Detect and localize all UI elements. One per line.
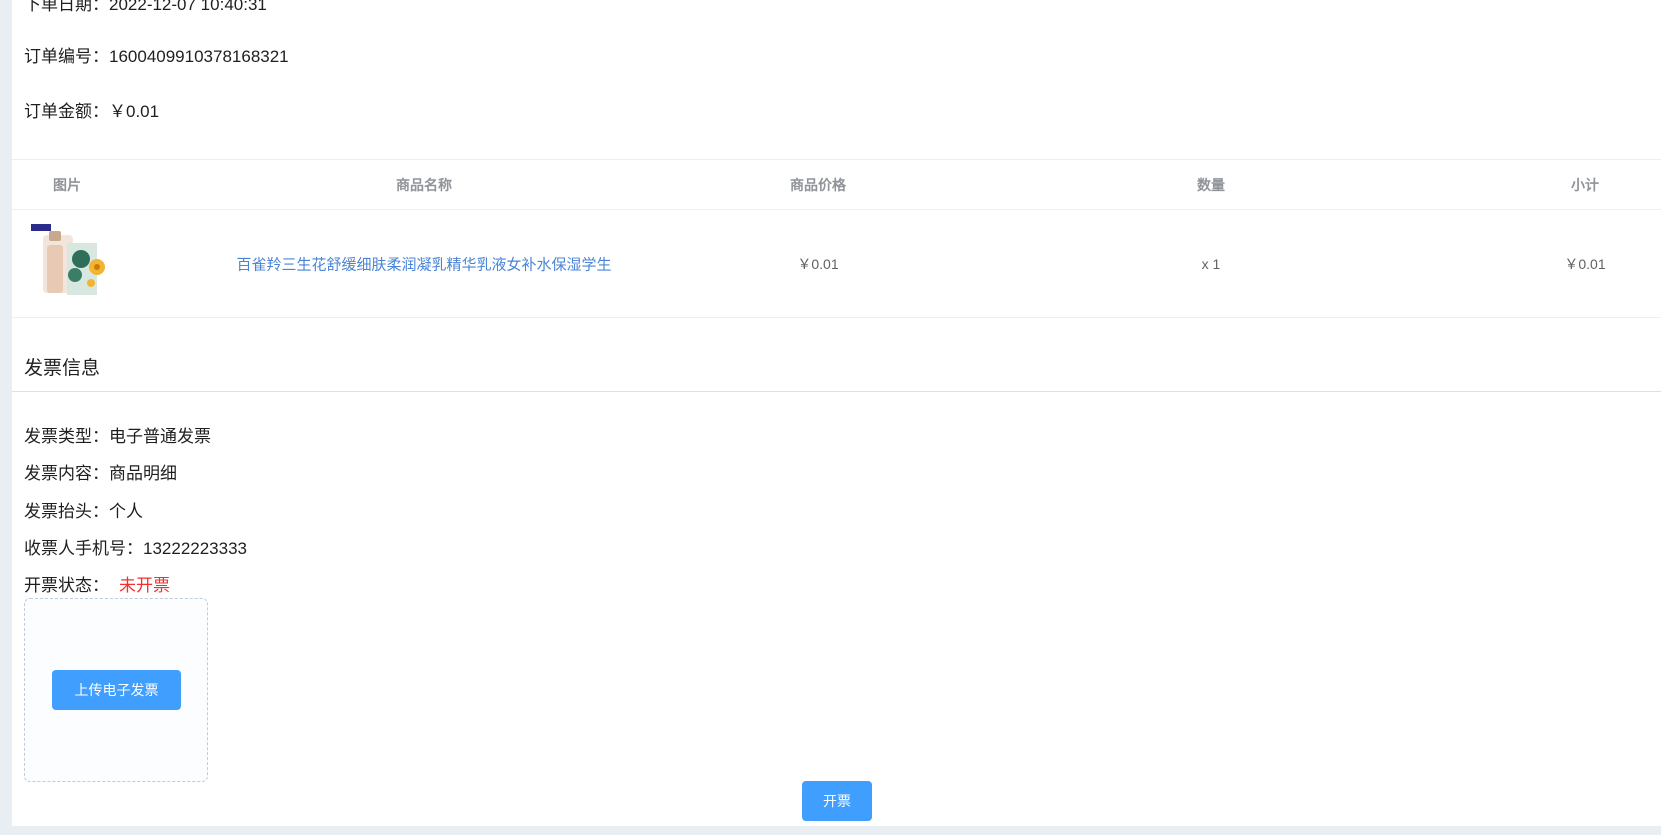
product-price: ￥0.01 [797,255,839,272]
order-number: 订单编号：1600409910378168321 [24,42,289,67]
order-amount-label: 订单金额： [24,102,109,121]
invoice-type: 发票类型：电子普通发票 [24,422,211,447]
invoice-status-label: 开票状态： [24,576,109,595]
invoice-type-label: 发票类型： [24,427,109,446]
invoice-title: 发票抬头：个人 [24,497,143,522]
product-table-header: 图片 商品名称 商品价格 数量 小计 [12,159,1661,210]
order-amount: 订单金额：￥0.01 [24,97,159,122]
invoice-content-value: 商品明细 [109,464,177,483]
invoice-type-value: 电子普通发票 [109,427,211,446]
product-thumbnail-icon[interactable] [29,223,109,301]
invoice-title-value: 个人 [109,502,143,521]
upload-invoice-button[interactable]: 上传电子发票 [52,670,181,710]
header-price: 商品价格 [790,176,846,193]
order-detail-card: 下单日期：2022-12-07 10:40:31 订单编号：1600409910… [12,0,1661,826]
invoice-title-label: 发票抬头： [24,502,109,521]
header-quantity: 数量 [1197,176,1225,193]
product-name-link[interactable]: 百雀羚三生花舒缓细肤柔润凝乳精华乳液女补水保湿学生 [236,253,611,274]
product-table: 图片 商品名称 商品价格 数量 小计 百雀羚三生花舒缓细肤柔润凝乳精华乳液女补水… [12,159,1661,318]
invoice-status: 开票状态： 未开票 [24,571,170,596]
header-subtotal: 小计 [1571,176,1599,193]
order-number-label: 订单编号： [24,47,109,66]
invoice-phone: 收票人手机号：13222223333 [24,534,247,559]
order-date-label: 下单日期： [24,0,109,14]
invoice-content: 发票内容：商品明细 [24,459,177,484]
order-amount-value: ￥0.01 [109,102,160,121]
status-badge: 未开票 [119,576,170,595]
order-number-value: 1600409910378168321 [109,47,289,66]
header-product-name: 商品名称 [396,176,452,193]
product-quantity: x 1 [1201,255,1221,272]
invoice-phone-label: 收票人手机号： [24,539,143,558]
issue-invoice-button[interactable]: 开票 [802,781,872,821]
order-date-value: 2022-12-07 10:40:31 [109,0,267,14]
invoice-content-label: 发票内容： [24,464,109,483]
header-image: 图片 [53,176,81,193]
invoice-upload-area[interactable]: 上传电子发票 [24,598,208,782]
table-row: 百雀羚三生花舒缓细肤柔润凝乳精华乳液女补水保湿学生 ￥0.01 x 1 ￥0.0… [12,210,1661,318]
order-date: 下单日期：2022-12-07 10:40:31 [24,0,267,15]
invoice-phone-value: 13222223333 [143,539,248,558]
product-subtotal: ￥0.01 [1564,255,1606,272]
invoice-section-title: 发票信息 [24,358,101,379]
section-divider [12,391,1661,392]
